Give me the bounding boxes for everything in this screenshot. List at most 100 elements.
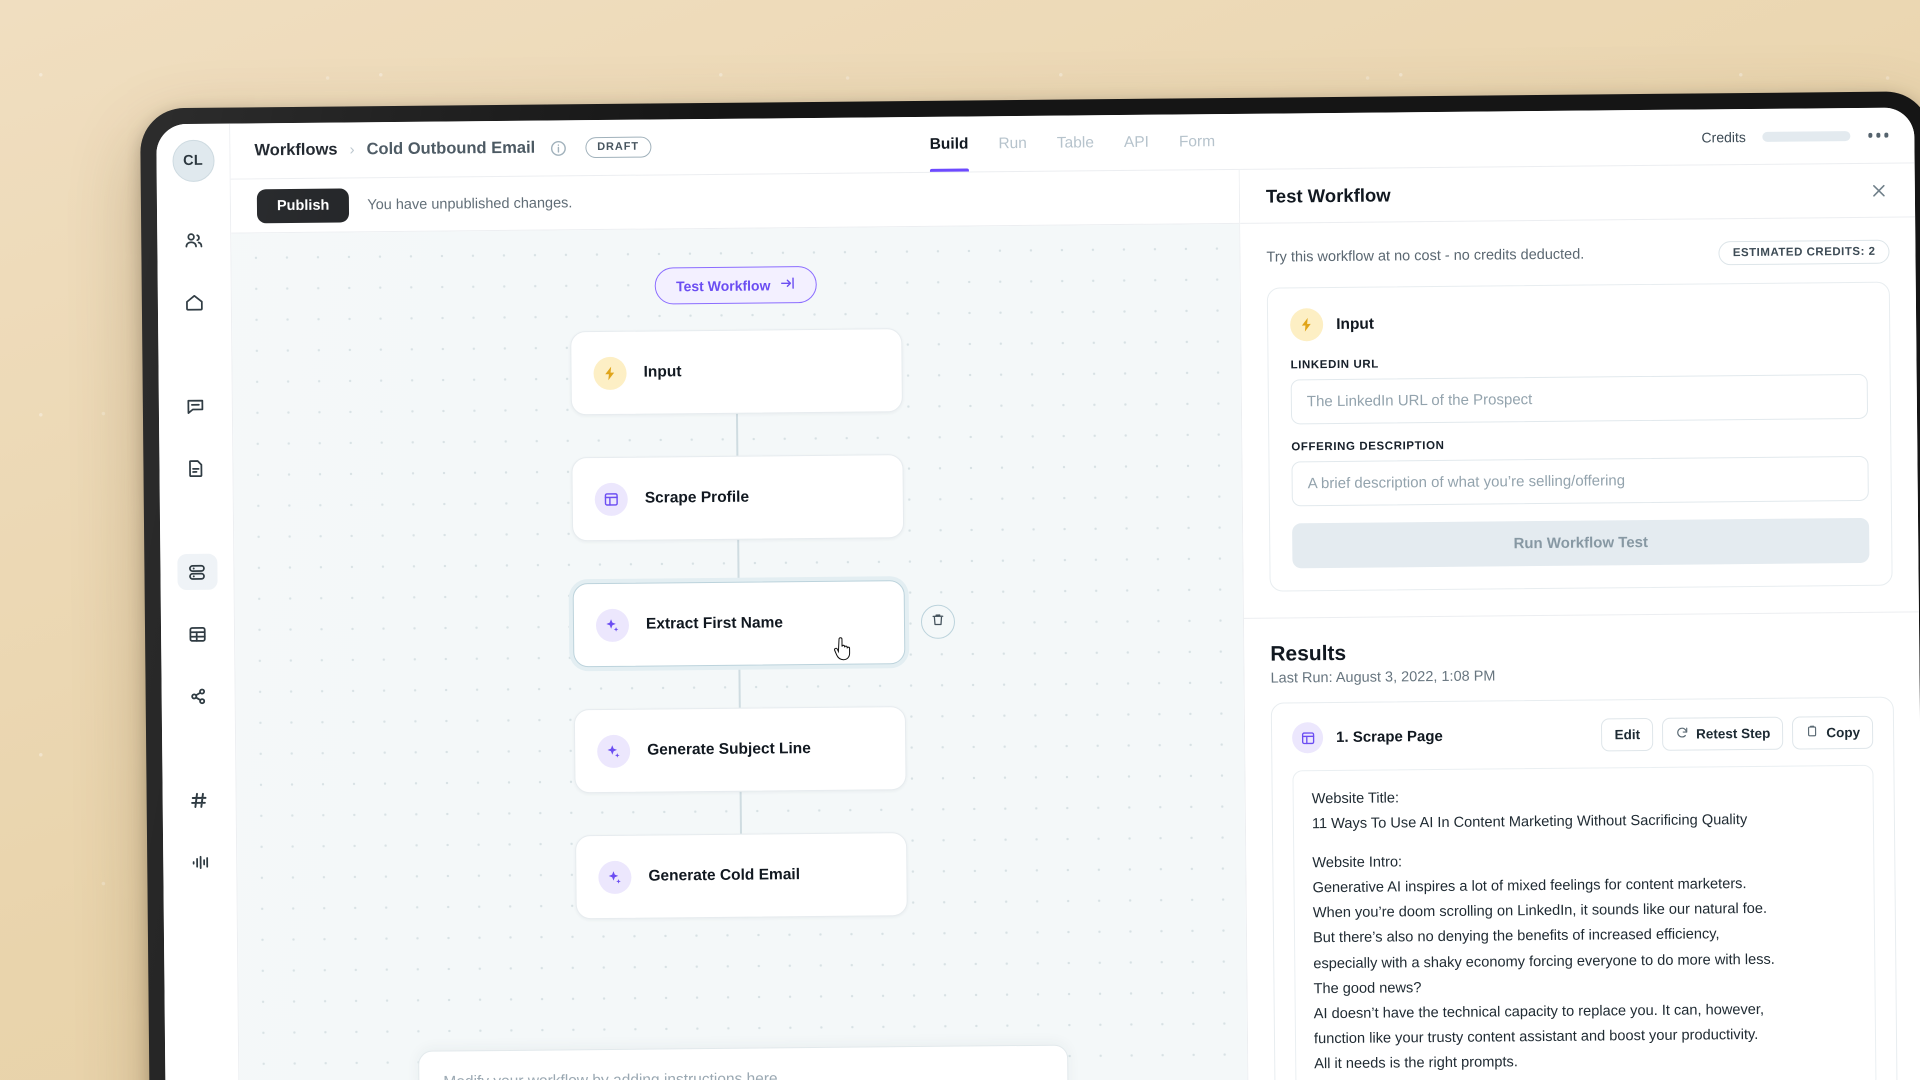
document-icon — [185, 457, 206, 478]
arrow-right-to-line-icon — [779, 275, 795, 294]
node-connector — [739, 791, 742, 834]
workflow-canvas[interactable]: Test Workflow Input Scrape Profile Extra… — [231, 223, 1249, 1080]
credits-label: Credits — [1701, 128, 1746, 145]
node-wrap: Generate Cold Email — [575, 832, 908, 920]
tab-run[interactable]: Run — [998, 116, 1027, 171]
publish-button[interactable]: Publish — [256, 187, 350, 223]
sidebar-item-documents[interactable] — [176, 450, 216, 486]
results-section: Results Last Run: August 3, 2022, 1:08 P… — [1244, 612, 1920, 1080]
sidebar-item-workflows[interactable] — [176, 553, 218, 591]
sparkle-icon — [597, 734, 631, 768]
node-wrap: Scrape Profile — [571, 454, 905, 542]
sidebar-item-chat[interactable] — [175, 388, 215, 424]
input-card: Input LINKEDIN URL The LinkedIn URL of t… — [1266, 281, 1893, 592]
canvas-side: Publish You have unpublished changes. Te… — [230, 169, 1250, 1080]
main-region: Workflows › Cold Outbound Email DRAFT Bu… — [230, 107, 1920, 1080]
last-run-timestamp: Last Run: August 3, 2022, 1:08 PM — [1270, 668, 1496, 687]
table-icon — [187, 623, 208, 644]
offering-description-input[interactable]: A brief description of what you’re selli… — [1291, 455, 1869, 507]
workflow-node-label: Generate Cold Email — [648, 866, 801, 885]
top-bar-right: Credits — [1701, 127, 1890, 145]
delete-node-button[interactable] — [920, 604, 956, 639]
clipboard-icon — [1805, 724, 1819, 741]
sidebar-item-integrations[interactable] — [178, 678, 218, 714]
info-icon[interactable] — [549, 139, 567, 157]
tab-build[interactable]: Build — [929, 116, 969, 171]
panel-header: Test Workflow — [1239, 163, 1916, 224]
workflow-node-generate-cold-email[interactable]: Generate Cold Email — [575, 832, 908, 920]
bar-chart-icon — [189, 851, 210, 872]
offering-description-label: OFFERING DESCRIPTION — [1291, 439, 1445, 454]
ellipsis-icon[interactable] — [1866, 127, 1891, 144]
breadcrumb-current[interactable]: Cold Outbound Email — [366, 139, 535, 160]
linkedin-url-input[interactable]: The LinkedIn URL of the Prospect — [1290, 373, 1869, 425]
users-icon — [183, 229, 204, 250]
sidebar-item-home[interactable] — [174, 284, 214, 320]
workflow-node-scrape-profile[interactable]: Scrape Profile — [571, 454, 905, 542]
test-workflow-chip[interactable]: Test Workflow — [654, 265, 817, 305]
publish-bar: Publish You have unpublished changes. — [230, 169, 1240, 234]
breadcrumb-root[interactable]: Workflows — [254, 141, 337, 161]
status-badge: DRAFT — [585, 136, 652, 159]
workflow-node-input[interactable]: Input — [570, 328, 903, 416]
estimated-credits-badge: ESTIMATED CREDITS: 2 — [1718, 239, 1890, 266]
workflow-node-label: Input — [643, 363, 682, 381]
edit-step-button[interactable]: Edit — [1601, 717, 1654, 752]
refresh-icon — [1675, 726, 1689, 743]
workspace: Publish You have unpublished changes. Te… — [230, 163, 1920, 1080]
panel-title: Test Workflow — [1265, 183, 1391, 207]
node-connector — [738, 665, 741, 708]
bolt-icon — [1289, 308, 1324, 342]
workflow-prompt-box: Modify your workflow by adding instructi… — [418, 1044, 1070, 1080]
workflow-node-label: Scrape Profile — [644, 488, 750, 507]
panel-content: Try this workflow at no cost - no credit… — [1240, 217, 1920, 1080]
node-wrap: Generate Subject Line — [573, 706, 907, 794]
workflow-node-label: Extract First Name — [645, 614, 784, 633]
copy-step-label: Copy — [1826, 724, 1861, 741]
git-branch-icon — [188, 685, 209, 706]
result-step-header: 1. Scrape Page Edit Retest Step Copy — [1291, 715, 1874, 755]
sidebar-item-tables[interactable] — [177, 616, 217, 652]
sidebar-item-contacts[interactable] — [174, 222, 214, 258]
app-screen: CL Workflows › Cold Outbound Email DRAFT… — [156, 107, 1920, 1080]
close-icon[interactable] — [1869, 180, 1889, 200]
bolt-icon — [593, 356, 627, 390]
avatar[interactable]: CL — [171, 139, 215, 183]
workflow-node-extract-first-name[interactable]: Extract First Name — [572, 580, 906, 668]
sidebar-item-analytics[interactable] — [180, 844, 220, 880]
unpublished-changes-message: You have unpublished changes. — [367, 194, 573, 213]
test-workflow-panel: Test Workflow Try this workflow at no co… — [1239, 163, 1920, 1080]
breadcrumb-separator-icon: › — [349, 141, 355, 159]
workflow-prompt-input[interactable]: Modify your workflow by adding instructi… — [419, 1046, 1068, 1080]
tab-form[interactable]: Form — [1179, 114, 1216, 169]
credits-meter — [1761, 130, 1850, 142]
retest-step-label: Retest Step — [1695, 725, 1771, 742]
retest-step-button[interactable]: Retest Step — [1661, 716, 1784, 751]
node-wrap: Input — [570, 328, 903, 416]
free-test-note: Try this workflow at no cost - no credit… — [1266, 246, 1585, 266]
workflow-node-generate-subject-line[interactable]: Generate Subject Line — [573, 706, 907, 794]
result-step-name: 1. Scrape Page — [1336, 727, 1443, 746]
test-workflow-chip-label: Test Workflow — [675, 276, 771, 294]
hash-icon — [189, 789, 210, 810]
input-card-title: Input — [1336, 315, 1375, 333]
result-step-output: Website Title: 11 Ways To Use AI In Conte… — [1292, 764, 1877, 1080]
workflow-node-label: Generate Subject Line — [647, 740, 811, 759]
input-card-header: Input — [1289, 303, 1867, 342]
node-connector — [736, 413, 739, 456]
panel-note-row: Try this workflow at no cost - no credit… — [1266, 239, 1890, 270]
tab-table[interactable]: Table — [1057, 115, 1095, 170]
node-list: Test Workflow Input Scrape Profile Extra… — [232, 262, 1246, 923]
result-step-actions: Edit Retest Step Copy — [1601, 715, 1874, 752]
device-frame: CL Workflows › Cold Outbound Email DRAFT… — [140, 91, 1920, 1080]
node-wrap: Extract First Name — [572, 580, 956, 668]
trash-icon — [930, 611, 946, 632]
run-workflow-test-button[interactable]: Run Workflow Test — [1292, 517, 1870, 569]
sidebar-item-channels[interactable] — [179, 782, 219, 818]
sidebar: CL — [156, 123, 241, 1080]
chat-icon — [185, 395, 206, 416]
tab-api[interactable]: API — [1124, 115, 1150, 170]
copy-step-button[interactable]: Copy — [1792, 715, 1874, 750]
result-step-card: 1. Scrape Page Edit Retest Step Copy Web… — [1270, 696, 1898, 1080]
workflows-icon — [186, 561, 207, 582]
